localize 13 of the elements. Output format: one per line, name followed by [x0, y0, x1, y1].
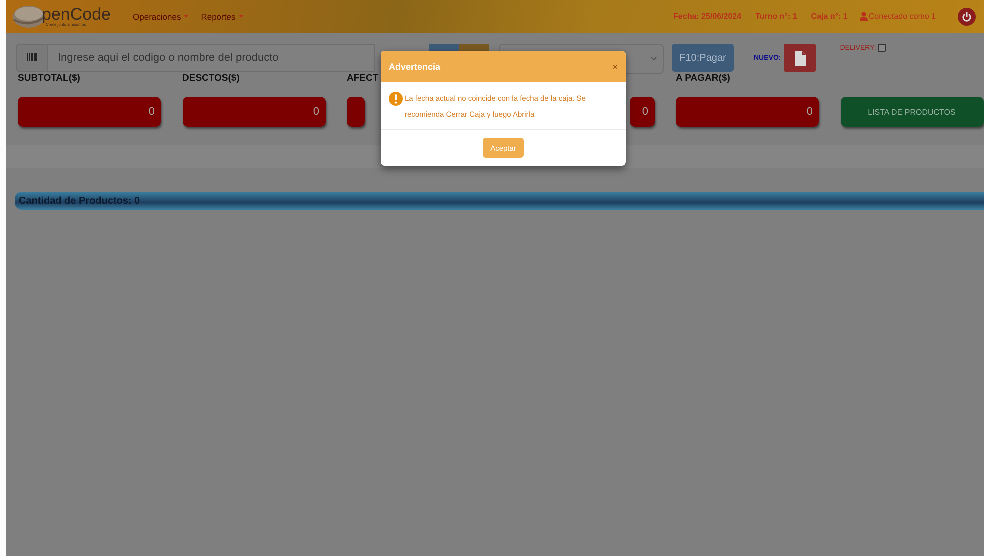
total-label: A PAGAR($) [676, 72, 732, 86]
total-label: SUBTOTAL($) [18, 72, 82, 86]
total-value: 0 [313, 106, 320, 118]
total-value: 0 [642, 106, 648, 118]
status-text: Caja n°: 1 [811, 12, 848, 21]
status-text: Turno n°: 1 [756, 12, 798, 21]
total-label: DESCTOS($) [182, 72, 241, 86]
total-label: AFECT [347, 72, 380, 86]
dialog-title: Advertencia [389, 62, 441, 72]
total-value: 0 [806, 106, 813, 118]
status-text: Fecha: 25/06/2024 [674, 12, 742, 21]
product-count: Cantidad de Productos: 0 [19, 196, 140, 206]
total-value: 0 [148, 106, 155, 118]
